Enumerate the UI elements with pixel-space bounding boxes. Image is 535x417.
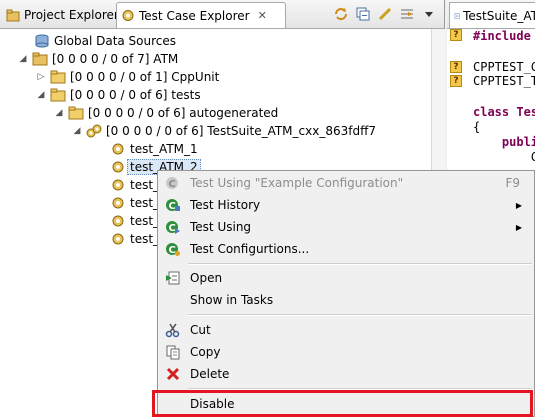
tree-item-cppunit[interactable]: ▷ [0 0 0 0 / 0 of 1] CppUnit [36, 68, 220, 86]
test-case-icon [112, 143, 124, 155]
code-line: #include [473, 29, 531, 43]
menu-item-delete[interactable]: Delete [160, 363, 532, 385]
tree-item-label: test_ATM_1 [130, 142, 198, 156]
test-suite-icon [86, 124, 102, 138]
menu-item-show-in-tasks[interactable]: Show in Tasks [160, 289, 532, 311]
view-menu-icon[interactable] [420, 5, 438, 23]
tree-item-label: [0 0 0 0 / 0 of 1] CppUnit [70, 70, 220, 84]
view-toolbar [332, 5, 438, 23]
tree-item-test-suite[interactable]: ◢ [0 0 0 0 / 0 of 6] TestSuite_ATM_cxx_8… [72, 122, 376, 140]
tree-item-global-data-sources[interactable]: Global Data Sources [34, 32, 176, 50]
menu-item-cut[interactable]: Cut [160, 319, 532, 341]
menu-item-accelerator: F9 [505, 176, 520, 190]
menu-item-test-configurations[interactable]: C Test Configurtions... [160, 238, 532, 260]
svg-text:C: C [169, 223, 176, 234]
test-case-icon [112, 233, 124, 245]
test-case-icon [112, 197, 124, 209]
show-in-tasks-icon [165, 292, 181, 308]
tab-test-case-explorer[interactable]: Test Case Explorer ✕ [116, 2, 286, 28]
menu-separator [188, 314, 532, 316]
warning-marker-icon[interactable]: ? [450, 29, 462, 41]
tab-label: Test Case Explorer [139, 8, 250, 23]
folder-icon [50, 70, 66, 84]
test-case-explorer-icon [122, 10, 134, 21]
tab-project-explorer[interactable]: Project Explorer [2, 3, 119, 27]
editor-tab-label: TestSuite_AT [463, 8, 535, 23]
menu-item-label: Test Using "Example Configuration" [190, 176, 404, 190]
menu-item-test-history[interactable]: C Test History ▶ [160, 194, 532, 216]
code-line: { [473, 120, 481, 134]
menu-item-label: Cut [190, 323, 211, 337]
test-config-icon: C [166, 243, 180, 256]
menu-item-label: Open [190, 271, 223, 285]
tab-label: Project Explorer [24, 8, 119, 22]
test-case-icon [112, 179, 124, 191]
code-line: publi [473, 135, 535, 149]
expand-arrow-icon[interactable]: ◢ [36, 90, 46, 100]
delete-icon [166, 367, 180, 381]
warning-marker-icon[interactable]: ? [450, 61, 462, 73]
tree-item-tests[interactable]: ◢ [0 0 0 0 / 0 of 6] tests [36, 86, 201, 104]
tree-item-label: [0 0 0 0 / 0 of 6] autogenerated [88, 106, 279, 120]
menu-item-test-using[interactable]: C Test Using ▶ [160, 216, 532, 238]
tree-item-label: [0 0 0 0 / 0 of 7] ATM [52, 52, 179, 66]
test-history-icon: C [166, 199, 180, 212]
tree-item-label: [0 0 0 0 / 0 of 6] TestSuite_ATM_cxx_863… [106, 124, 376, 138]
menu-separator [188, 263, 532, 265]
project-folder-icon [32, 52, 48, 66]
code-line: CPPTEST_T [473, 74, 535, 88]
run-test-icon: C [166, 177, 178, 190]
menu-item-label: Test History [190, 198, 261, 212]
menu-item-test-using-example[interactable]: C Test Using "Example Configuration" F9 [160, 172, 532, 194]
menu-item-label: Show in Tasks [190, 293, 274, 307]
svg-text:C: C [169, 245, 176, 256]
close-icon[interactable]: ✕ [258, 9, 267, 22]
svg-text:C: C [169, 179, 176, 190]
svg-text:C: C [169, 201, 176, 212]
test-case-icon [112, 161, 124, 173]
project-explorer-icon [6, 9, 20, 21]
cpp-file-icon [454, 12, 460, 19]
warning-marker-icon[interactable]: ? [450, 75, 462, 87]
menu-item-label: Test Using [190, 220, 252, 234]
tree-item-atm[interactable]: ◢ [0 0 0 0 / 0 of 7] ATM [18, 50, 179, 68]
folder-icon [50, 88, 66, 102]
folder-icon [68, 106, 84, 120]
submenu-arrow-icon: ▶ [515, 222, 522, 232]
menu-item-label: Test Configurtions... [190, 242, 310, 256]
copy-icon [166, 345, 180, 360]
code-line: class Tes [473, 105, 535, 119]
refresh-icon[interactable] [332, 5, 350, 23]
scissors-icon [165, 323, 180, 338]
expand-arrow-icon[interactable]: ◢ [18, 54, 28, 64]
collapsed-arrow-icon[interactable]: ▷ [36, 72, 46, 82]
collapse-icon[interactable] [354, 5, 372, 23]
link-icon[interactable] [376, 5, 394, 23]
tree-item-label: [0 0 0 0 / 0 of 6] tests [70, 88, 201, 102]
filter-icon[interactable] [398, 5, 416, 23]
highlight-annotation [152, 390, 533, 417]
tree-item-autogenerated[interactable]: ◢ [0 0 0 0 / 0 of 6] autogenerated [54, 104, 279, 122]
editor-tab-bar: TestSuite_AT [447, 0, 535, 29]
tree-item-test-case[interactable]: test_f [110, 194, 163, 212]
test-using-icon: C [166, 221, 180, 234]
open-icon [166, 271, 180, 285]
menu-item-label: Copy [190, 345, 221, 359]
submenu-arrow-icon: ▶ [515, 200, 522, 210]
database-icon [35, 34, 49, 48]
menu-item-label: Delete [190, 367, 230, 381]
menu-item-copy[interactable]: Copy [160, 341, 532, 363]
expand-arrow-icon[interactable]: ◢ [54, 108, 64, 118]
tree-item-test-case[interactable]: test_f [110, 176, 163, 194]
expand-arrow-icon[interactable]: ◢ [72, 126, 82, 136]
code-line: C [473, 150, 535, 164]
tab-editor-file[interactable]: TestSuite_AT [449, 2, 535, 28]
tree-item-test-case[interactable]: test_ATM_1 [110, 140, 198, 158]
test-case-icon [112, 215, 124, 227]
context-menu: C Test Using "Example Configuration" F9 … [157, 170, 535, 417]
view-tab-bar: Project Explorer Test Case Explorer ✕ [0, 0, 444, 29]
tree-item-label: Global Data Sources [54, 34, 177, 48]
menu-item-open[interactable]: Open [160, 267, 532, 289]
